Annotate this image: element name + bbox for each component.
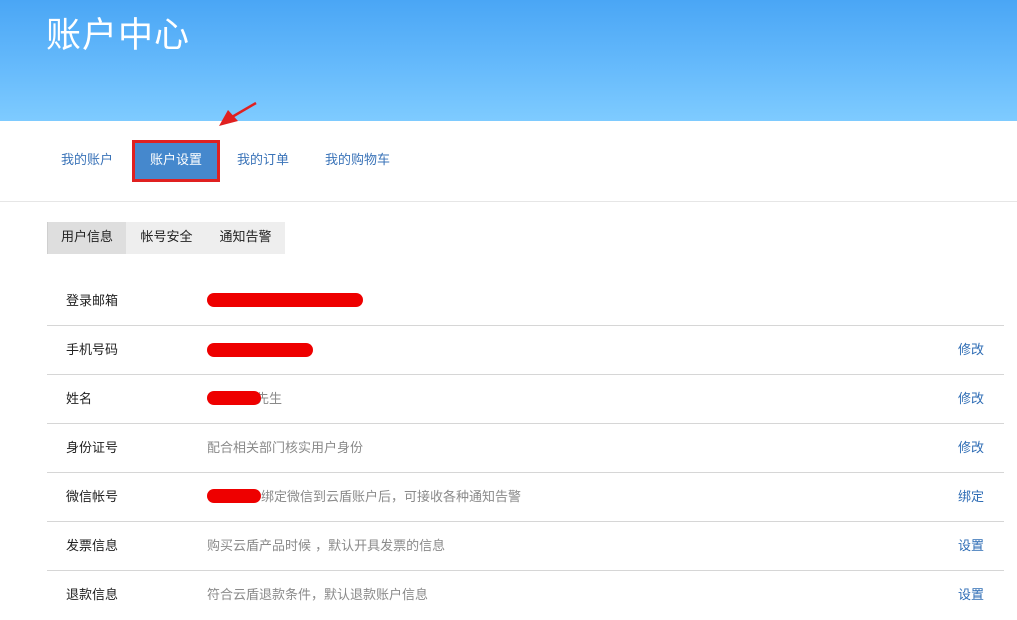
bind-wechat-link[interactable]: 绑定 [958, 473, 984, 522]
nav-account-settings[interactable]: 账户设置 [132, 140, 220, 182]
row-label: 登录邮箱 [66, 294, 119, 309]
set-refund-link[interactable]: 设置 [958, 571, 984, 620]
row-label: 微信帐号 [66, 490, 119, 505]
row-label: 身份证号 [66, 441, 119, 456]
row-login-email: 登录邮箱 [47, 277, 1004, 326]
nav-my-cart[interactable]: 我的购物车 [325, 140, 390, 182]
tab-user-info[interactable]: 用户信息 [47, 222, 126, 254]
settings-subtabs: 用户信息 帐号安全 通知告警 [47, 222, 285, 254]
tab-notifications[interactable]: 通知告警 [206, 222, 285, 254]
row-label: 手机号码 [66, 343, 119, 358]
edit-phone-link[interactable]: 修改 [958, 326, 984, 375]
redaction-mark [207, 293, 363, 307]
redaction-mark [207, 391, 261, 405]
set-invoice-link[interactable]: 设置 [958, 522, 984, 571]
id-number-hint: 配合相关部门核实用户身份 [207, 441, 364, 456]
row-name: 姓名 先生 修改 [47, 375, 1004, 424]
edit-id-link[interactable]: 修改 [958, 424, 984, 473]
row-label: 姓名 [66, 392, 93, 407]
refund-hint: 符合云盾退款条件，默认退款账户信息 [207, 588, 429, 603]
redaction-mark [207, 343, 313, 357]
page-title: 账户中心 [46, 16, 191, 56]
user-info-table: 登录邮箱 手机号码 修改 姓名 先生 修改 身份证号 配合相关部门核实用户身份 … [47, 277, 1004, 620]
tab-account-security[interactable]: 帐号安全 [127, 222, 206, 254]
row-invoice: 发票信息 购买云盾产品时候 ，默认开具发票的信息 设置 [47, 522, 1004, 571]
redaction-mark [207, 489, 261, 503]
nav-my-orders[interactable]: 我的订单 [237, 140, 289, 182]
invoice-hint: 购买云盾产品时候 ，默认开具发票的信息 [207, 539, 446, 554]
row-label: 发票信息 [66, 539, 119, 554]
row-id-number: 身份证号 配合相关部门核实用户身份 修改 [47, 424, 1004, 473]
account-nav: 我的账户 账户设置 我的订单 我的购物车 [0, 121, 1017, 202]
row-wechat: 微信帐号 绑定微信到云盾账户后，可接收各种通知告警 绑定 [47, 473, 1004, 522]
row-refund: 退款信息 符合云盾退款条件，默认退款账户信息 设置 [47, 571, 1004, 620]
nav-my-account[interactable]: 我的账户 [61, 140, 113, 182]
row-phone: 手机号码 修改 [47, 326, 1004, 375]
row-label: 退款信息 [66, 588, 119, 603]
wechat-hint: 绑定微信到云盾账户后，可接收各种通知告警 [261, 490, 522, 505]
page-banner: 账户中心 [0, 0, 1017, 121]
edit-name-link[interactable]: 修改 [958, 375, 984, 424]
